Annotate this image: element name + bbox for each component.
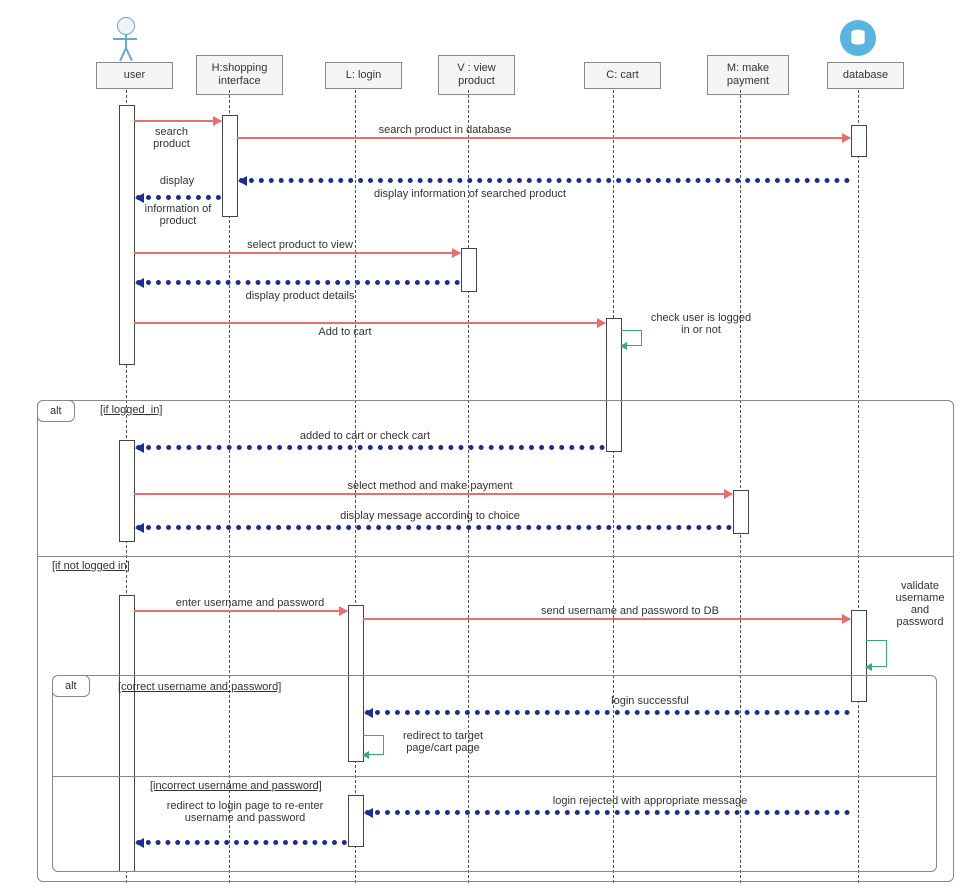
guard: [if not logged in]	[52, 560, 130, 572]
participant-db: database	[827, 62, 904, 89]
message-label: check user is logged in or not	[646, 312, 756, 336]
message-label: display message according to choice	[280, 510, 580, 522]
guard: [if logged_in]	[100, 404, 162, 416]
actor-icon	[125, 48, 132, 61]
message-arrow	[363, 618, 850, 620]
activation	[222, 115, 238, 217]
message-label: search product	[144, 126, 199, 150]
participant-cart: C: cart	[584, 62, 661, 89]
message-label: added to cart or check cart	[240, 430, 490, 442]
label: user	[124, 69, 145, 81]
fragment-divider	[38, 556, 953, 557]
label: H:shopping interface	[212, 62, 268, 87]
participant-shopping: H:shopping interface	[196, 55, 283, 95]
message-label: login successful	[550, 695, 750, 707]
message-arrow	[365, 710, 850, 715]
label: C: cart	[606, 69, 638, 81]
participant-user: user	[96, 62, 173, 89]
message-label: redirect to login page to re-enter usern…	[145, 800, 345, 824]
message-label: select method and make payment	[280, 480, 580, 492]
message-arrow	[136, 445, 605, 450]
message-label: send username and password to DB	[480, 605, 780, 617]
actor-icon	[117, 17, 135, 35]
message-label: display product details	[200, 290, 400, 302]
message-arrow	[134, 252, 460, 254]
message-arrow	[136, 525, 732, 530]
fragment-label: alt	[37, 400, 75, 422]
label: M: make payment	[727, 62, 769, 87]
database-icon	[840, 20, 876, 56]
message-label: login rejected with appropriate message	[500, 795, 800, 807]
message-label: validate username and password	[890, 580, 950, 628]
message-arrow	[136, 280, 460, 285]
sequence-diagram: user H:shopping interface L: login V : v…	[0, 0, 970, 893]
message-label: information of product	[128, 203, 228, 227]
message-label: display	[132, 175, 222, 187]
message-label: search product in database	[320, 124, 570, 136]
message-arrow	[237, 137, 850, 139]
activation	[461, 248, 477, 292]
self-message	[866, 640, 887, 667]
message-arrow	[239, 178, 850, 183]
message-label: Add to cart	[270, 326, 420, 338]
participant-view: V : view product	[438, 55, 515, 95]
fragment-divider	[53, 776, 936, 777]
guard: [correct username and password]	[118, 681, 281, 693]
message-label: select product to view	[200, 239, 400, 251]
message-arrow	[136, 195, 221, 200]
self-message	[621, 330, 642, 346]
self-message	[363, 735, 384, 755]
activation	[851, 125, 867, 157]
label: V : view product	[457, 62, 496, 87]
guard: [incorrect username and password]	[150, 780, 322, 792]
message-arrow	[365, 810, 850, 815]
fragment-label: alt	[52, 675, 90, 697]
message-label: enter username and password	[150, 597, 350, 609]
label: database	[843, 69, 888, 81]
participant-payment: M: make payment	[707, 55, 789, 95]
message-arrow	[134, 120, 221, 122]
label: L: login	[346, 69, 381, 81]
actor-icon	[113, 38, 137, 40]
activation	[119, 105, 135, 365]
actor-icon	[125, 34, 127, 48]
message-label: display information of searched product	[320, 188, 620, 200]
message-arrow	[134, 610, 347, 612]
message-arrow	[136, 840, 347, 845]
message-arrow	[134, 493, 732, 495]
message-arrow	[134, 322, 605, 324]
participant-login: L: login	[325, 62, 402, 89]
message-label: redirect to target page/cart page	[388, 730, 498, 754]
